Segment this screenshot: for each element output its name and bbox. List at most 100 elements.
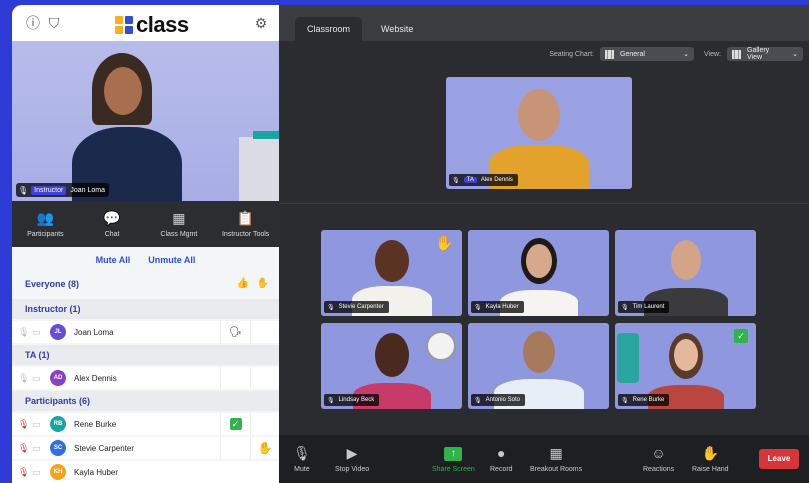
participant-name: Joan Loma bbox=[74, 327, 114, 337]
group-instructor[interactable]: Instructor (1) bbox=[12, 299, 279, 319]
mic-off-icon[interactable]: 🎙 bbox=[18, 419, 30, 430]
participant-row-stevie[interactable]: 🎙 ▭ SC Stevie Carpenter ✋ bbox=[12, 437, 279, 459]
participant-row-joan[interactable]: 🎙 ▭ JL Joan Loma 🗣 bbox=[12, 321, 279, 343]
featured-tag: 🎙 TA Alex Dennis bbox=[449, 174, 518, 186]
control-label: Breakout Rooms bbox=[530, 466, 583, 473]
group-label: Instructor (1) bbox=[25, 304, 81, 314]
video-tile[interactable]: ✓ 🎙 Rene Burke bbox=[615, 323, 756, 409]
video-tile[interactable]: 🎙 Lindsay Beck bbox=[321, 323, 462, 409]
raise-hand-button[interactable]: ✋ Raise Hand bbox=[692, 445, 729, 473]
camera-icon[interactable]: ▭ bbox=[32, 443, 46, 454]
camera-icon[interactable]: ▭ bbox=[32, 327, 46, 338]
info-icon[interactable]: ⓘ bbox=[25, 15, 41, 31]
shield-icon[interactable]: ⛉ bbox=[46, 15, 62, 31]
raised-hand-icon: ✋ bbox=[250, 437, 279, 459]
mic-off-icon[interactable]: 🎙 bbox=[18, 467, 30, 478]
meeting-controls: 🎙 Mute ▶ Stop Video ↑ Share Screen ● Rec… bbox=[279, 435, 809, 483]
mic-icon: 🎙 bbox=[293, 445, 311, 461]
tab-website[interactable]: Website bbox=[369, 17, 425, 41]
tab-instructor-tools[interactable]: 📋 Instructor Tools bbox=[212, 201, 279, 247]
view-select[interactable]: Gallery View ⌄ bbox=[727, 47, 803, 61]
control-label: Reactions bbox=[643, 466, 675, 473]
right-panel: Classroom Website Seating Chart: General… bbox=[279, 5, 809, 483]
unmute-all-button[interactable]: Unmute All bbox=[148, 255, 195, 265]
hand-icon[interactable]: ✋ bbox=[257, 273, 269, 295]
face bbox=[525, 244, 552, 278]
left-header: ⓘ ⛉ class ⚙ bbox=[12, 5, 279, 41]
mic-icon: 🎙 bbox=[327, 304, 335, 311]
tab-classroom[interactable]: Classroom bbox=[295, 17, 363, 41]
chevron-down-icon: ⌄ bbox=[792, 51, 798, 58]
share-screen-button[interactable]: ↑ Share Screen bbox=[432, 445, 475, 473]
tab-participants[interactable]: 👥 Participants bbox=[12, 201, 79, 247]
camera-icon[interactable]: ▭ bbox=[32, 373, 46, 384]
video-name: Antonio Soto bbox=[485, 397, 520, 403]
breakout-rooms-icon: ▦ bbox=[549, 445, 563, 461]
chat-icon: 💬 bbox=[103, 210, 121, 226]
video-tag: 🎙 Antonio Soto bbox=[471, 394, 525, 406]
record-button[interactable]: ● Record bbox=[490, 445, 513, 473]
mic-off-icon[interactable]: 🎙 bbox=[18, 443, 30, 454]
participant-row-kayla[interactable]: 🎙 ▭ KH Kayla Huber bbox=[12, 461, 279, 483]
control-label: Stop Video bbox=[335, 466, 370, 473]
mic-icon: 🎙 bbox=[452, 177, 460, 184]
leave-button[interactable]: Leave bbox=[759, 449, 799, 469]
participant-row-rene[interactable]: 🎙 ▭ RB Rene Burke ✓ bbox=[12, 413, 279, 435]
avatar: JL bbox=[50, 324, 66, 340]
mute-button[interactable]: 🎙 Mute bbox=[293, 445, 311, 473]
backpack bbox=[617, 333, 639, 383]
divider bbox=[279, 203, 809, 204]
grid-icon bbox=[732, 49, 741, 59]
mute-all-button[interactable]: Mute All bbox=[96, 255, 131, 265]
hand-icon: ✋ bbox=[701, 445, 719, 461]
mic-icon[interactable]: 🎙 bbox=[18, 327, 30, 338]
grid-icon bbox=[605, 49, 614, 59]
status-cell bbox=[220, 437, 250, 459]
gear-icon[interactable]: ⚙ bbox=[253, 15, 269, 31]
raised-hand-icon: ✋ bbox=[435, 235, 454, 252]
status-cell: ✓ bbox=[220, 413, 250, 435]
video-tile[interactable]: ✋ 🎙 Stevie Carpenter bbox=[321, 230, 462, 316]
featured-video-tile[interactable]: 🎙 TA Alex Dennis bbox=[446, 77, 632, 189]
stop-video-button[interactable]: ▶ Stop Video bbox=[335, 445, 369, 473]
breakout-rooms-button[interactable]: ▦ Breakout Rooms bbox=[530, 445, 582, 473]
face bbox=[522, 331, 555, 373]
video-tile[interactable]: 🎙 Tim Laurent bbox=[615, 230, 756, 316]
record-icon: ● bbox=[497, 445, 506, 461]
group-everyone[interactable]: Everyone (8) 👍 ✋ bbox=[12, 273, 279, 295]
video-camera-icon: ▶ bbox=[346, 445, 358, 461]
seating-value: General bbox=[620, 50, 645, 58]
reactions-button[interactable]: ☺ Reactions bbox=[643, 445, 674, 473]
top-tabs: Classroom Website bbox=[279, 5, 809, 41]
group-ta[interactable]: TA (1) bbox=[12, 345, 279, 365]
status-cell bbox=[250, 413, 279, 435]
mic-icon[interactable]: 🎙 bbox=[18, 373, 30, 384]
video-name: Stevie Carpenter bbox=[338, 304, 384, 310]
face bbox=[374, 240, 409, 282]
video-tag: 🎙 Stevie Carpenter bbox=[324, 301, 389, 313]
participant-name: Alex Dennis bbox=[74, 373, 117, 383]
seating-select[interactable]: General ⌄ bbox=[600, 47, 694, 61]
group-participants[interactable]: Participants (6) bbox=[12, 391, 279, 411]
camera-icon[interactable]: ▭ bbox=[32, 467, 46, 478]
book-stack bbox=[253, 131, 279, 139]
camera-icon[interactable]: ▭ bbox=[32, 419, 46, 430]
tab-class-mgmt[interactable]: ▦ Class Mgmt bbox=[146, 201, 213, 247]
view-value: Gallery View bbox=[747, 47, 770, 61]
tab-label: Class Mgmt bbox=[160, 231, 198, 238]
avatar: KH bbox=[50, 464, 66, 480]
thumbs-up-icon[interactable]: 👍 bbox=[237, 273, 249, 295]
avatar: RB bbox=[50, 416, 66, 432]
video-tag: 🎙 Kayla Huber bbox=[471, 301, 524, 313]
video-tile[interactable]: 🎙 Kayla Huber bbox=[468, 230, 609, 316]
check-icon: ✓ bbox=[229, 418, 242, 430]
video-tile[interactable]: 🎙 Antonio Soto bbox=[468, 323, 609, 409]
avatar: SC bbox=[50, 440, 66, 456]
face bbox=[670, 240, 701, 280]
status-cell bbox=[250, 321, 279, 343]
video-tag: 🎙 Tim Laurent bbox=[618, 301, 670, 313]
participant-row-alex[interactable]: 🎙 ▭ AD Alex Dennis bbox=[12, 367, 279, 389]
mic-icon: 🎙 bbox=[621, 304, 629, 311]
clock-icon bbox=[426, 331, 456, 361]
tab-chat[interactable]: 💬 Chat bbox=[79, 201, 146, 247]
